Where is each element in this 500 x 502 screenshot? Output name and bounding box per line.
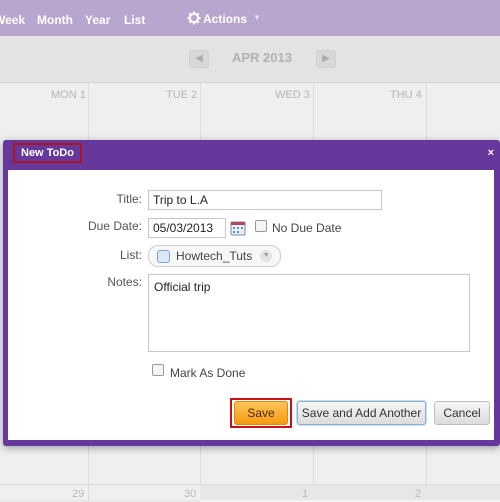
list-select-value: Howtech_Tuts	[176, 249, 253, 263]
mark-as-done-checkbox[interactable]	[152, 364, 164, 376]
save-button[interactable]: Save	[234, 401, 288, 425]
no-due-date-checkbox[interactable]	[255, 220, 267, 232]
dropdown-chevron-icon: ▼	[260, 250, 273, 262]
notes-label: Notes:	[107, 275, 142, 289]
calendar-picker-icon[interactable]	[230, 220, 246, 236]
list-color-swatch-icon	[157, 249, 170, 263]
list-select[interactable]: Howtech_Tuts ▼	[148, 245, 282, 267]
title-input[interactable]	[148, 190, 382, 210]
view-toolbar: Week Month Year List Actions ▼	[0, 0, 500, 36]
view-year-link[interactable]: Year	[85, 13, 110, 27]
view-list-link[interactable]: List	[124, 13, 145, 27]
actions-label: Actions	[203, 12, 248, 26]
new-todo-dialog: New ToDo × Title: Due Date: No Due Date …	[3, 140, 500, 446]
list-label: List:	[119, 248, 142, 262]
due-date-input[interactable]	[148, 218, 226, 238]
save-and-add-another-button[interactable]: Save and Add Another	[297, 401, 426, 425]
actions-menu[interactable]: Actions ▼	[187, 11, 261, 26]
gear-icon	[187, 11, 201, 25]
mark-as-done-label: Mark As Done	[170, 366, 246, 380]
notes-textarea[interactable]: Official trip	[148, 274, 470, 352]
dialog-title: New ToDo	[13, 143, 82, 163]
cancel-button[interactable]: Cancel	[434, 401, 490, 425]
caret-down-icon: ▼	[253, 13, 261, 22]
no-due-date-label: No Due Date	[272, 221, 342, 235]
view-week-link[interactable]: Week	[0, 13, 25, 27]
view-month-link[interactable]: Month	[37, 13, 73, 27]
due-date-label: Due Date:	[87, 219, 142, 233]
close-icon[interactable]: ×	[488, 147, 494, 159]
dialog-body: Title: Due Date: No Due Date List: Howte…	[8, 170, 494, 440]
title-label: Title:	[116, 192, 142, 206]
